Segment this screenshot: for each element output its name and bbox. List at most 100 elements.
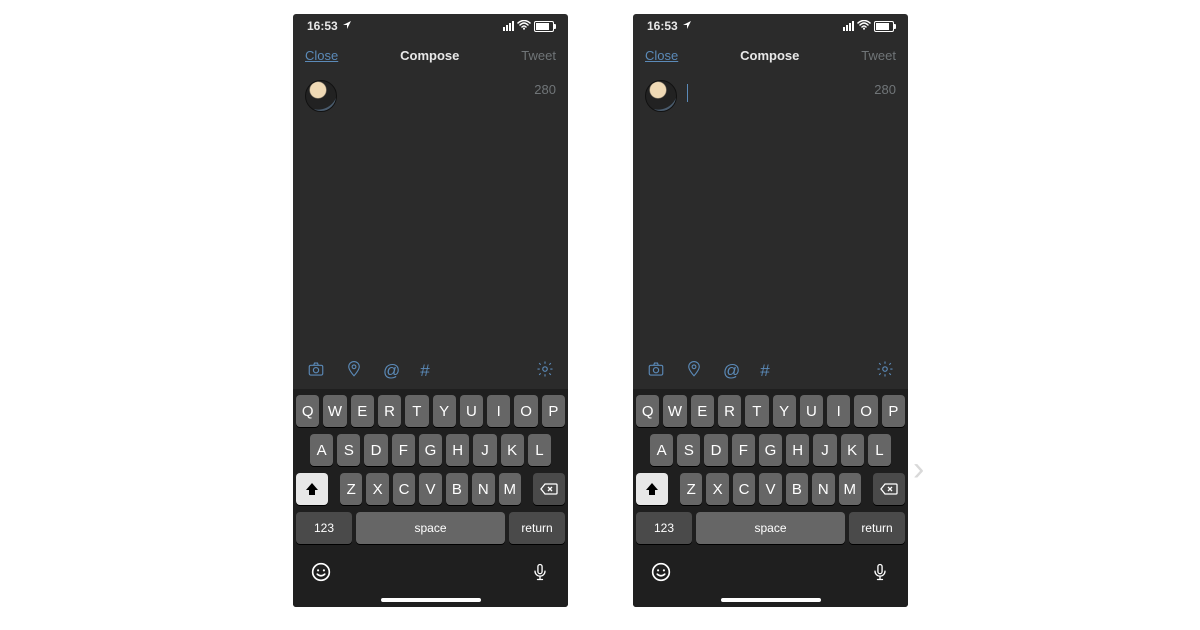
char-count: 280 [874,82,896,97]
key-f[interactable]: F [392,434,415,466]
key-l[interactable]: L [528,434,551,466]
key-k[interactable]: K [501,434,524,466]
status-time: 16:53 [307,19,338,33]
location-icon [682,19,692,33]
location-pin-icon[interactable] [685,360,703,383]
char-count: 280 [534,82,556,97]
mic-icon[interactable] [870,562,890,587]
key-y[interactable]: Y [433,395,456,427]
compose-area[interactable]: 280 [633,72,908,142]
key-p[interactable]: P [542,395,565,427]
keyboard: QWERTYUIOP ASDFGHJKL ZXCVBNM 123 space r… [293,389,568,555]
mic-icon[interactable] [530,562,550,587]
key-d[interactable]: D [364,434,387,466]
key-w[interactable]: W [663,395,686,427]
tweet-button[interactable]: Tweet [521,48,556,63]
hashtag-icon[interactable]: # [760,361,769,381]
key-k[interactable]: K [841,434,864,466]
key-x[interactable]: X [366,473,388,505]
key-r[interactable]: R [378,395,401,427]
keyboard-bottom-bar [633,555,908,593]
backspace-key[interactable] [873,473,905,505]
key-p[interactable]: P [882,395,905,427]
key-g[interactable]: G [759,434,782,466]
mention-icon[interactable]: @ [383,361,400,381]
hashtag-icon[interactable]: # [420,361,429,381]
key-r[interactable]: R [718,395,741,427]
camera-icon[interactable] [307,360,325,383]
key-g[interactable]: G [419,434,442,466]
compose-toolbar: @ # [293,353,568,389]
key-i[interactable]: I [487,395,510,427]
key-m[interactable]: M [499,473,521,505]
key-y[interactable]: Y [773,395,796,427]
numbers-key[interactable]: 123 [636,512,692,544]
key-i[interactable]: I [827,395,850,427]
emoji-icon[interactable] [311,562,331,587]
tweet-button[interactable]: Tweet [861,48,896,63]
key-l[interactable]: L [868,434,891,466]
compose-area[interactable]: 280 [293,72,568,142]
key-o[interactable]: O [854,395,877,427]
key-u[interactable]: U [460,395,483,427]
key-a[interactable]: A [650,434,673,466]
key-q[interactable]: Q [636,395,659,427]
key-t[interactable]: T [405,395,428,427]
close-button[interactable]: Close [305,48,338,63]
key-n[interactable]: N [472,473,494,505]
home-indicator[interactable] [293,593,568,607]
key-b[interactable]: B [446,473,468,505]
emoji-icon[interactable] [651,562,671,587]
key-m[interactable]: M [839,473,861,505]
key-h[interactable]: H [446,434,469,466]
nav-bar: Close Compose Tweet [293,38,568,72]
key-s[interactable]: S [337,434,360,466]
key-j[interactable]: J [813,434,836,466]
nav-title: Compose [400,48,459,63]
key-z[interactable]: Z [340,473,362,505]
key-j[interactable]: J [473,434,496,466]
key-a[interactable]: A [310,434,333,466]
key-q[interactable]: Q [296,395,319,427]
text-cursor [687,84,688,102]
numbers-key[interactable]: 123 [296,512,352,544]
gear-icon[interactable] [536,360,554,383]
key-o[interactable]: O [514,395,537,427]
avatar[interactable] [305,80,337,112]
space-key[interactable]: space [356,512,505,544]
key-s[interactable]: S [677,434,700,466]
key-x[interactable]: X [706,473,728,505]
key-u[interactable]: U [800,395,823,427]
key-z[interactable]: Z [680,473,702,505]
home-indicator[interactable] [633,593,908,607]
key-c[interactable]: C [393,473,415,505]
avatar[interactable] [645,80,677,112]
phone-screen-2: 16:53 Close Compose Tweet 280 [633,14,908,607]
key-e[interactable]: E [691,395,714,427]
key-n[interactable]: N [812,473,834,505]
location-icon [342,19,352,33]
key-w[interactable]: W [323,395,346,427]
camera-icon[interactable] [647,360,665,383]
key-c[interactable]: C [733,473,755,505]
shift-key[interactable] [636,473,668,505]
key-d[interactable]: D [704,434,727,466]
shift-key[interactable] [296,473,328,505]
backspace-key[interactable] [533,473,565,505]
close-button[interactable]: Close [645,48,678,63]
key-v[interactable]: V [759,473,781,505]
wifi-icon [857,19,871,33]
key-h[interactable]: H [786,434,809,466]
return-key[interactable]: return [509,512,565,544]
mention-icon[interactable]: @ [723,361,740,381]
key-v[interactable]: V [419,473,441,505]
return-key[interactable]: return [849,512,905,544]
space-key[interactable]: space [696,512,845,544]
key-t[interactable]: T [745,395,768,427]
gear-icon[interactable] [876,360,894,383]
key-b[interactable]: B [786,473,808,505]
key-f[interactable]: F [732,434,755,466]
key-e[interactable]: E [351,395,374,427]
compose-toolbar: @ # [633,353,908,389]
location-pin-icon[interactable] [345,360,363,383]
